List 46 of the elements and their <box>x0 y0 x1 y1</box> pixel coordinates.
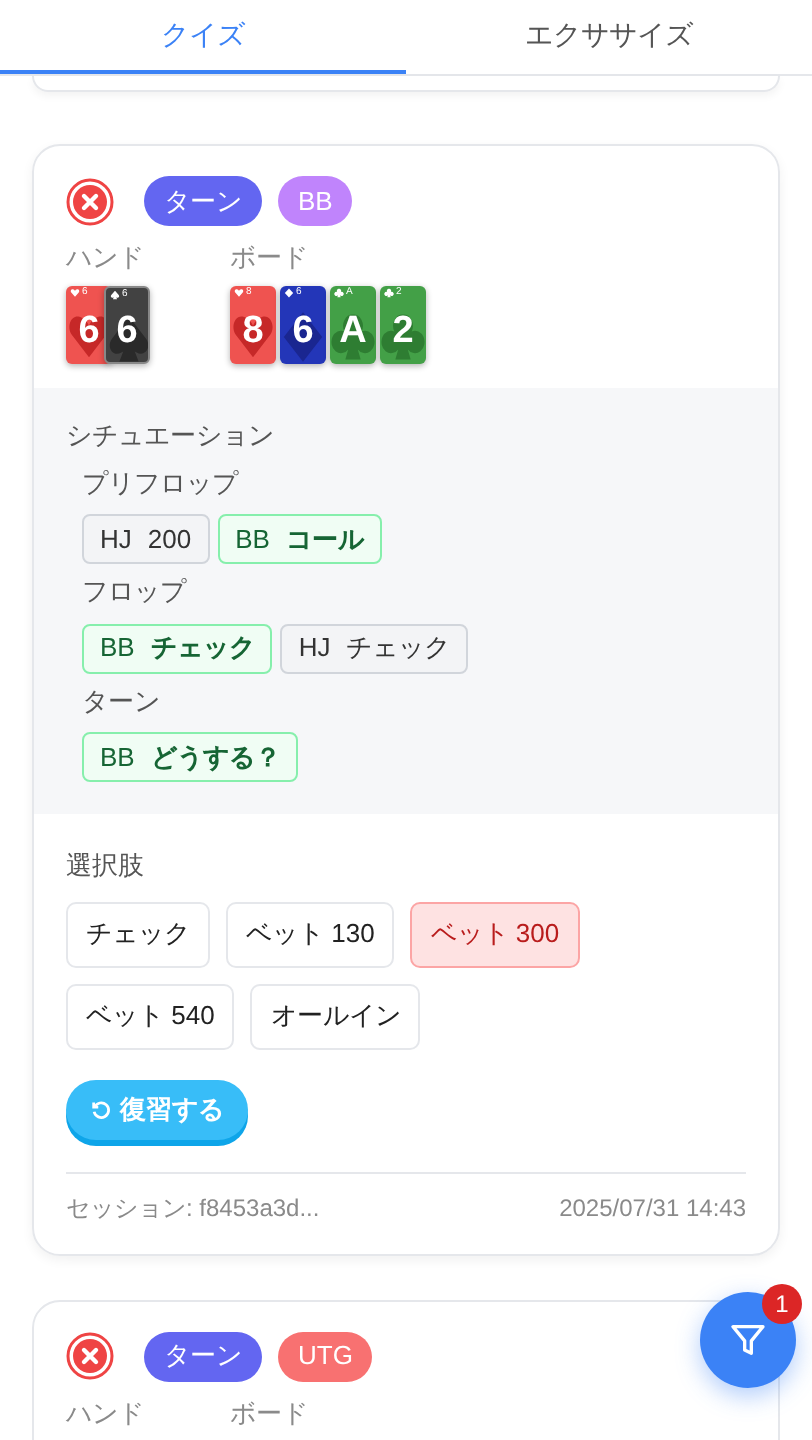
filter-button[interactable] <box>700 1292 796 1388</box>
suit-icon <box>330 310 376 364</box>
action-chip: HJ 200 <box>82 514 210 564</box>
action-chip: BB どうする？ <box>82 732 299 782</box>
card-rank: 6 <box>292 312 314 350</box>
situation-title: シチュエーション <box>66 418 276 454</box>
option-button[interactable]: ベット 540 <box>66 983 235 1049</box>
street-label: フロップ <box>82 574 189 610</box>
option-button[interactable]: ベット 130 <box>226 901 395 967</box>
option-button[interactable]: チェック <box>66 901 210 967</box>
card-rank: 2 <box>392 312 414 350</box>
action-chip: HJ チェック <box>280 623 469 673</box>
card-rank: A <box>339 312 367 350</box>
card-rank: 6 <box>116 312 138 350</box>
card-rank: 6 <box>78 312 100 350</box>
tag: UTG <box>278 1331 373 1381</box>
suit-icon <box>70 288 80 298</box>
tab[interactable]: クイズ <box>0 0 406 74</box>
street-label: ターン <box>82 683 162 719</box>
suit-icon <box>110 290 120 300</box>
suit-icon <box>280 310 326 364</box>
tag: BB <box>278 176 353 226</box>
board-label: ボード <box>230 1397 308 1427</box>
board-label: ボード <box>230 242 308 272</box>
option-button[interactable]: オールイン <box>250 983 421 1049</box>
options-label: 選択肢 <box>66 848 146 884</box>
action-chip: BB チェック <box>82 623 273 673</box>
card-rank: 8 <box>242 312 264 350</box>
street-label: プリフロップ <box>82 465 241 501</box>
suit-icon <box>384 288 394 298</box>
refresh-icon <box>90 1098 112 1120</box>
hand-label: ハンド <box>66 1397 146 1427</box>
suit-icon <box>284 288 294 298</box>
date-time: 2025/07/31 14:43 <box>559 1191 746 1225</box>
suit-icon <box>380 310 426 364</box>
hand-label: ハンド <box>66 242 146 272</box>
tag: ターン <box>144 1331 262 1381</box>
tab[interactable]: エクササイズ <box>406 0 812 74</box>
tag: ターン <box>144 176 262 226</box>
count-badge: 1 <box>762 1284 802 1324</box>
suit-icon <box>334 288 344 298</box>
suit-icon <box>234 288 244 298</box>
filter-icon <box>728 1320 768 1360</box>
option-button[interactable]: ベット 300 <box>410 901 580 967</box>
session-id: セッション: f8453a3d... <box>66 1191 320 1225</box>
action-chip: BB コール <box>217 514 382 564</box>
